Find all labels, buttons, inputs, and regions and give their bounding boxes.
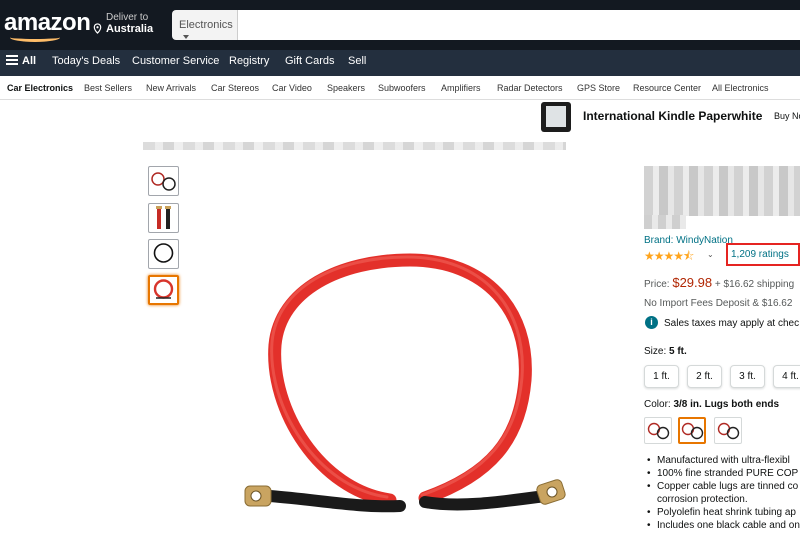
size-option-4ft[interactable]: 4 ft.: [773, 365, 800, 388]
size-option-1ft[interactable]: 1 ft.: [644, 365, 679, 388]
price-label: Price:: [644, 279, 670, 290]
color-label: Color: 3/8 in. Lugs both ends: [644, 399, 779, 410]
price-row: Price: $29.98 + $16.62 shipping: [644, 275, 794, 290]
thumbnail-4-selected[interactable]: [148, 275, 179, 305]
cable-swatch-icon: [717, 422, 740, 440]
black-cable-thumbnail-icon: [153, 243, 174, 263]
feature-bullet: Includes one black cable and on: [644, 519, 800, 532]
nav-customer-service[interactable]: Customer Service: [132, 55, 219, 67]
feature-bullet: 100% fine stranded PURE COP: [644, 467, 800, 480]
subnav-subwoofers[interactable]: Subwoofers: [378, 83, 426, 93]
category-subnav: Car Electronics Best Sellers New Arrival…: [0, 76, 800, 100]
subnav-best-sellers[interactable]: Best Sellers: [84, 83, 132, 93]
nav-all-menu[interactable]: All: [6, 55, 36, 67]
size-label-text: Size:: [644, 346, 667, 357]
deliver-country: Australia: [106, 23, 154, 35]
subnav-car-video[interactable]: Car Video: [272, 83, 312, 93]
color-swatch-1[interactable]: [644, 417, 672, 444]
thumbnail-3[interactable]: [148, 239, 179, 269]
color-selected-value: 3/8 in. Lugs both ends: [673, 399, 780, 410]
deliver-label: Deliver to: [106, 12, 149, 23]
subnav-car-stereos[interactable]: Car Stereos: [211, 83, 259, 93]
nav-registry[interactable]: Registry: [229, 55, 269, 67]
product-main-image[interactable]: [240, 250, 575, 520]
feature-bullets: Manufactured with ultra-flexibl 100% fin…: [644, 454, 800, 532]
star-rating-icon[interactable]: ★★★★⯪: [644, 247, 694, 268]
ratings-count-link[interactable]: 1,209 ratings: [726, 243, 800, 266]
search-input[interactable]: [238, 10, 800, 40]
cable-ends-thumbnail-icon: [156, 206, 171, 229]
search-category-label: Electronics: [179, 19, 233, 31]
nav-all-label: All: [22, 55, 37, 67]
red-cable-thumbnail-icon: [153, 279, 174, 299]
cable-thumbnail-icon: [151, 172, 176, 191]
subnav-resource-center[interactable]: Resource Center: [633, 83, 701, 93]
hamburger-icon: [6, 55, 18, 65]
info-icon[interactable]: i: [645, 316, 658, 329]
location-pin-icon: [93, 23, 102, 34]
cable-swatch-icon: [681, 422, 704, 440]
thumbnail-2[interactable]: [148, 203, 179, 233]
nav-todays-deals[interactable]: Today's Deals: [52, 55, 120, 67]
main-nav: All Today's Deals Customer Service Regis…: [0, 50, 800, 76]
logo-smile-icon: [10, 33, 60, 42]
cable-swatch-icon: [647, 422, 670, 440]
kindle-ad-title[interactable]: International Kindle Paperwhite: [583, 109, 762, 123]
price-value: $29.98: [672, 275, 713, 290]
product-title-redacted: [644, 166, 800, 216]
breadcrumb-redacted: [143, 142, 566, 150]
size-option-2ft[interactable]: 2 ft.: [687, 365, 722, 388]
color-label-text: Color:: [644, 399, 671, 410]
nav-sell[interactable]: Sell: [348, 55, 366, 67]
thumbnail-1[interactable]: [148, 166, 179, 196]
top-header: amazon Deliver to Australia Electronics: [0, 0, 800, 50]
size-option-3ft[interactable]: 3 ft.: [730, 365, 765, 388]
color-swatch-2-selected[interactable]: [678, 417, 706, 444]
size-label: Size: 5 ft.: [644, 346, 687, 357]
subnav-gps-store[interactable]: GPS Store: [577, 83, 620, 93]
subnav-all-electronics[interactable]: All Electronics: [712, 83, 769, 93]
kindle-device-icon[interactable]: [541, 102, 571, 132]
nav-gift-cards[interactable]: Gift Cards: [285, 55, 335, 67]
subnav-radar-detectors[interactable]: Radar Detectors: [497, 83, 563, 93]
subnav-new-arrivals[interactable]: New Arrivals: [146, 83, 196, 93]
product-title-redacted-2: [644, 215, 686, 229]
size-selected-value: 5 ft.: [669, 346, 687, 357]
feature-bullet: Polyolefin heat shrink tubing ap: [644, 506, 800, 519]
chevron-down-icon[interactable]: ⌄: [707, 250, 714, 259]
import-fees-text: No Import Fees Deposit & $16.62: [644, 298, 793, 309]
feature-bullet-continued: corrosion protection.: [657, 494, 748, 505]
feature-bullet: Manufactured with ultra-flexibl: [644, 454, 800, 467]
shipping-cost: + $16.62 shipping: [714, 279, 795, 290]
subnav-car-electronics[interactable]: Car Electronics: [7, 83, 73, 93]
brand-link[interactable]: Brand: WindyNation: [644, 235, 733, 246]
subnav-speakers[interactable]: Speakers: [327, 83, 365, 93]
color-swatch-3[interactable]: [714, 417, 742, 444]
search-category-select[interactable]: Electronics: [172, 10, 238, 40]
subnav-amplifiers[interactable]: Amplifiers: [441, 83, 481, 93]
kindle-buy-now-link[interactable]: Buy No: [774, 111, 800, 121]
caret-down-icon: [183, 35, 189, 40]
sales-tax-text: Sales taxes may apply at chec: [664, 318, 800, 329]
feature-bullet: Copper cable lugs are tinned co: [644, 480, 800, 493]
